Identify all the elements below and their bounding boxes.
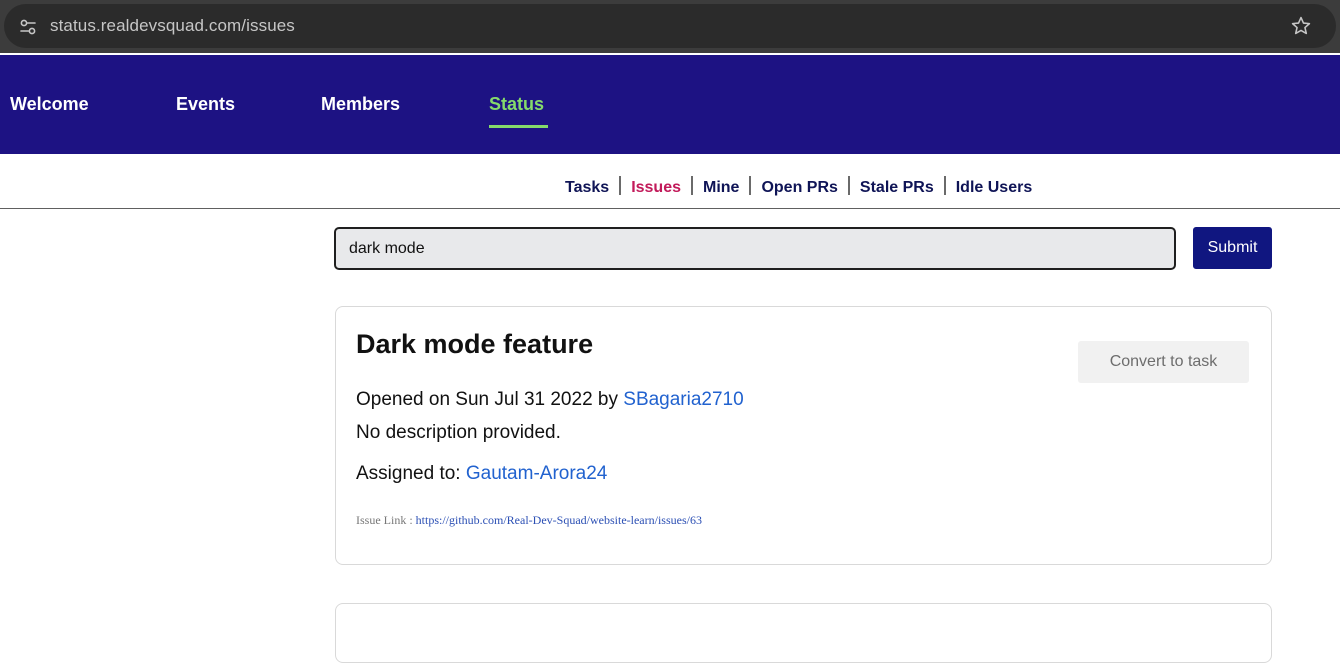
- tab-divider: [749, 176, 752, 195]
- tab-stale-prs[interactable]: Stale PRs: [860, 179, 934, 196]
- opened-text: Opened on Sun Jul 31 2022 by: [356, 389, 618, 410]
- tab-open-prs[interactable]: Open PRs: [761, 179, 837, 196]
- tab-idle-users[interactable]: Idle Users: [956, 179, 1032, 196]
- issue-card: [335, 603, 1272, 663]
- issue-search-input[interactable]: [334, 227, 1176, 270]
- nav-events[interactable]: Events: [176, 94, 235, 115]
- active-nav-underline: [489, 125, 548, 128]
- issue-title: Dark mode feature: [356, 329, 594, 359]
- nav-status[interactable]: Status: [489, 94, 544, 115]
- nav-welcome[interactable]: Welcome: [10, 94, 89, 115]
- issue-link-info: Issue Link : https://github.com/Real-Dev…: [356, 513, 702, 528]
- url-text[interactable]: status.realdevsquad.com/issues: [50, 16, 295, 36]
- tab-divider: [691, 176, 693, 195]
- main-navbar: Welcome Events Members Status: [0, 55, 1340, 154]
- issue-card: Dark mode feature Convert to task Opened…: [335, 306, 1272, 565]
- issue-link[interactable]: https://github.com/Real-Dev-Squad/websit…: [416, 513, 702, 527]
- assigned-label: Assigned to:: [356, 463, 461, 484]
- status-subtabs: Tasks Issues Mine Open PRs Stale PRs Idle Use…: [0, 154, 1340, 209]
- tab-divider: [943, 176, 946, 195]
- bookmark-star-icon[interactable]: [1290, 15, 1312, 37]
- tab-tasks[interactable]: Tasks: [565, 179, 609, 196]
- site-info-icon[interactable]: [18, 17, 38, 37]
- browser-toolbar: status.realdevsquad.com/issues: [0, 0, 1340, 53]
- issue-opened-info: Opened on Sun Jul 31 2022 by SBagaria271…: [356, 389, 744, 411]
- address-bar[interactable]: status.realdevsquad.com/issues: [4, 4, 1336, 48]
- issue-assignee-info: Assigned to: Gautam-Arora24: [356, 463, 607, 485]
- tab-mine[interactable]: Mine: [703, 179, 739, 196]
- issue-link-label: Issue Link :: [356, 513, 413, 527]
- tab-issues[interactable]: Issues: [631, 179, 681, 196]
- tab-divider: [619, 176, 622, 195]
- assignee-link[interactable]: Gautam-Arora24: [466, 463, 608, 484]
- nav-members[interactable]: Members: [321, 94, 400, 115]
- issue-description: No description provided.: [356, 422, 561, 443]
- submit-button[interactable]: Submit: [1193, 227, 1272, 269]
- tab-divider: [847, 176, 850, 195]
- convert-to-task-button[interactable]: Convert to task: [1078, 341, 1249, 383]
- author-link[interactable]: SBagaria2710: [623, 389, 743, 410]
